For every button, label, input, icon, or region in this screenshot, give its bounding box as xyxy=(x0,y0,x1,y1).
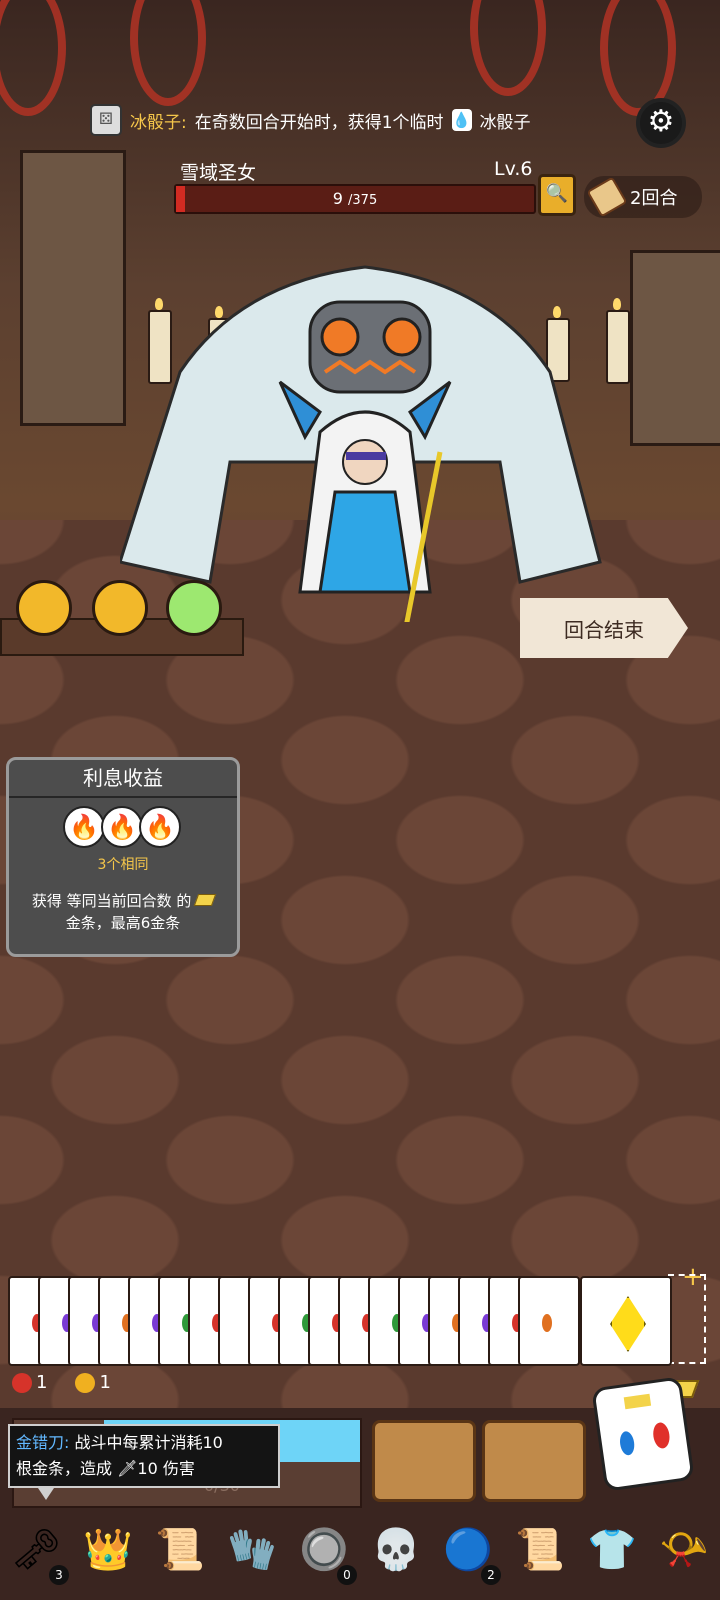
horn-icon[interactable]: 📯 xyxy=(655,1521,713,1579)
pot-ability-slot[interactable] xyxy=(482,1420,586,1502)
card-hand xyxy=(8,1272,706,1366)
relic-tooltip: 金错刀: 战斗中每累计消耗10 根金条，造成 🗡10 伤害 xyxy=(8,1424,280,1488)
tooltip-arrow xyxy=(38,1488,54,1500)
dice-card[interactable] xyxy=(518,1276,580,1366)
round-label: 2回合 xyxy=(630,188,678,209)
status-count-a: 1 xyxy=(36,1372,48,1393)
status-effects: 1 1 xyxy=(12,1372,111,1393)
boss-hp-max: /375 xyxy=(348,193,378,208)
flame-icon: 🔥 xyxy=(101,806,143,848)
relic-count-badge: 2 xyxy=(481,1565,501,1585)
roll-dice-button[interactable] xyxy=(591,1376,695,1492)
potion-slot[interactable] xyxy=(92,580,148,636)
flame-icon: 🔥 xyxy=(139,806,181,848)
yeti-boss-illustration xyxy=(120,265,602,622)
card-gem-icon xyxy=(542,1314,552,1332)
potion-slot[interactable] xyxy=(16,580,72,636)
boss-hp-bar: 9 /375 xyxy=(174,184,536,214)
interest-income-panel: 利息收益 🔥 🔥 🔥 3个相同 获得 等同当前回合数 的 金条，最高6金条 xyxy=(6,757,240,957)
pillar xyxy=(20,150,126,426)
end-turn-button[interactable]: 回合结束 xyxy=(520,598,688,658)
same-count-label: 3个相同 xyxy=(97,857,149,873)
yellow-diamond-icon xyxy=(610,1296,646,1352)
relic-count-badge: 3 xyxy=(49,1565,69,1585)
coin-ability-slot[interactable] xyxy=(372,1420,476,1502)
boss-name: 雪域圣女 xyxy=(180,162,257,184)
glove-icon[interactable]: 🧤 xyxy=(223,1521,281,1579)
potion-slot[interactable] xyxy=(166,580,222,636)
blue-orb-icon[interactable]: 🔵 2 xyxy=(439,1521,501,1585)
dice-icon: ⚄ xyxy=(90,104,122,136)
gold-bar-icon xyxy=(193,894,217,906)
skull-helmet-icon[interactable]: 💀 xyxy=(367,1521,425,1579)
round-counter: 2回合 xyxy=(584,176,702,218)
boss-hp-current: 9 xyxy=(332,189,343,208)
skill-name: 冰骰子 xyxy=(130,112,181,133)
status-count-b: 1 xyxy=(99,1372,111,1393)
scroll-2-icon[interactable]: 📜 xyxy=(511,1521,569,1579)
pillar xyxy=(630,250,720,446)
settings-gear-icon[interactable]: ⚙ xyxy=(636,98,686,148)
tentacle-decoration xyxy=(0,0,66,116)
button-icon[interactable]: 🔘 0 xyxy=(295,1521,357,1585)
potion-shelf xyxy=(0,580,245,660)
selected-dice-card[interactable] xyxy=(580,1276,672,1366)
tooltip-relic-name: 金错刀 xyxy=(16,1433,65,1452)
interest-description: 获得 等同当前回合数 的 金条，最高6金条 xyxy=(13,890,233,934)
crown-icon[interactable]: 👑 xyxy=(79,1521,137,1579)
passive-skill-bar: ⚄ 冰骰子: 在奇数回合开始时，获得1个临时 💧 冰骰子 xyxy=(90,100,650,140)
shirt-icon[interactable]: 👕 xyxy=(583,1521,641,1579)
interest-title: 利息收益 xyxy=(9,760,237,798)
flame-icon: 🔥 xyxy=(63,806,105,848)
scroll-icon[interactable]: 📜 xyxy=(151,1521,209,1579)
skill-description: 在奇数回合开始时，获得1个临时 xyxy=(194,112,444,133)
tentacle-decoration xyxy=(130,0,206,106)
skill-item-name: 冰骰子 xyxy=(479,112,531,133)
relic-count-badge: 0 xyxy=(337,1565,357,1585)
boss-info-button[interactable]: 🔍 xyxy=(538,174,576,216)
claw-icon xyxy=(75,1373,96,1393)
golden-key-icon[interactable]: 🗝 3 xyxy=(7,1521,69,1585)
scroll-icon xyxy=(586,176,628,218)
relic-bar: 🗝 3 👑 📜 🧤 🔘 0 💀 🔵 2 📜 👕 📯 xyxy=(0,1500,720,1600)
flame-combo: 🔥 🔥 🔥 xyxy=(63,806,181,848)
tentacle-decoration xyxy=(470,0,546,96)
boss-level: Lv.6 xyxy=(494,158,533,180)
water-drop-icon: 💧 xyxy=(451,109,472,131)
bleed-icon xyxy=(12,1373,32,1393)
sword-icon: 🗡 xyxy=(117,1459,138,1478)
card-add-slot[interactable] xyxy=(668,1274,706,1364)
